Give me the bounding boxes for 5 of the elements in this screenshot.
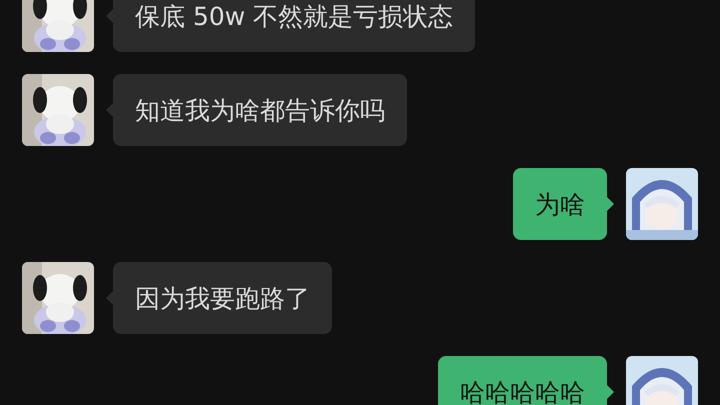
bubble-tail bbox=[106, 103, 113, 117]
bubble-tail bbox=[607, 197, 614, 211]
bubble-tail bbox=[106, 291, 113, 305]
bubble-tail bbox=[106, 9, 113, 23]
bubble-tail bbox=[607, 385, 614, 399]
